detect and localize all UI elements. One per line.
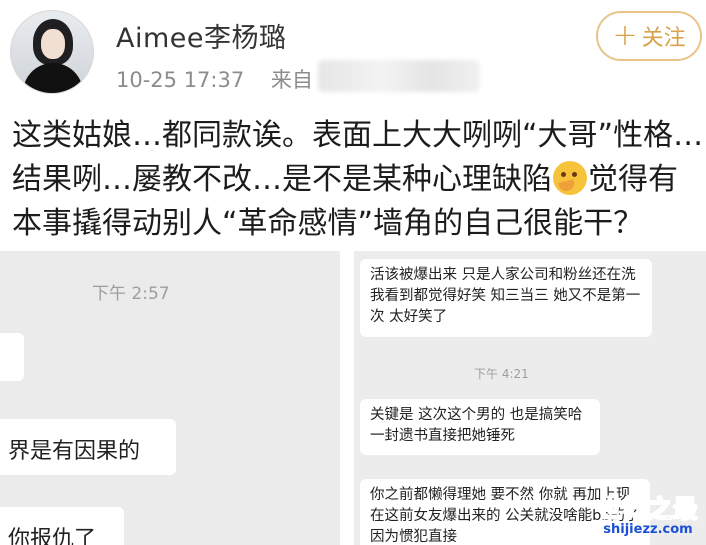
chat-bubble: 界是有因果的 xyxy=(0,419,176,475)
chat-time: 下午 4:21 xyxy=(474,367,529,381)
avatar-body xyxy=(23,63,83,93)
post-line-2-tail: 觉得有 xyxy=(588,162,678,197)
follow-button[interactable]: + 关注 xyxy=(596,11,702,61)
chat-screenshot-left[interactable]: 下午 2:57 界是有因果的 你报仇了 xyxy=(0,251,340,545)
avatar-face xyxy=(41,29,65,59)
watermark-title: 世界之最 xyxy=(598,495,698,524)
post-timestamp: 10-25 17:37 xyxy=(116,68,245,92)
chat-time: 下午 2:57 xyxy=(92,284,170,304)
post-meta: 10-25 17:37 来自 xyxy=(116,64,313,94)
thinking-face-icon xyxy=(553,161,587,195)
username[interactable]: Aimee李杨璐 xyxy=(116,16,287,55)
chat-bubble: 关键是 这次这个男的 也是搞笑哈 一封遗书直接把她锤死 xyxy=(360,399,600,455)
chat-bubble: 活该被爆出来 只是人家公司和粉丝还在洗 我看到都觉得好笑 知三当三 她又不是第一… xyxy=(360,259,652,337)
post-text: 这类姑娘…都同款诶。表面上大大咧咧“大哥”性格… 结果咧…屡教不改…是不是某种心… xyxy=(12,114,704,246)
post-line-1: 这类姑娘…都同款诶。表面上大大咧咧“大哥”性格… xyxy=(12,118,704,153)
post-source-prefix: 来自 xyxy=(270,68,313,92)
plus-icon: + xyxy=(612,18,638,53)
user-avatar[interactable] xyxy=(10,10,94,94)
chat-bubble xyxy=(0,333,24,381)
post-line-3: 本事撬得动别人“革命感情”墙角的自己很能干？ xyxy=(12,206,644,241)
post-line-2-text: 结果咧…屡教不改…是不是某种心理缺陷 xyxy=(12,162,552,197)
watermark: 世界之最 shijiezz.com xyxy=(598,489,698,538)
post-line-2: 结果咧…屡教不改…是不是某种心理缺陷 觉得有 xyxy=(12,158,702,202)
blurred-source xyxy=(318,60,480,92)
chat-bubble: 你报仇了 xyxy=(0,507,124,545)
follow-label: 关注 xyxy=(641,26,686,51)
watermark-url: shijiezz.com xyxy=(603,522,693,537)
